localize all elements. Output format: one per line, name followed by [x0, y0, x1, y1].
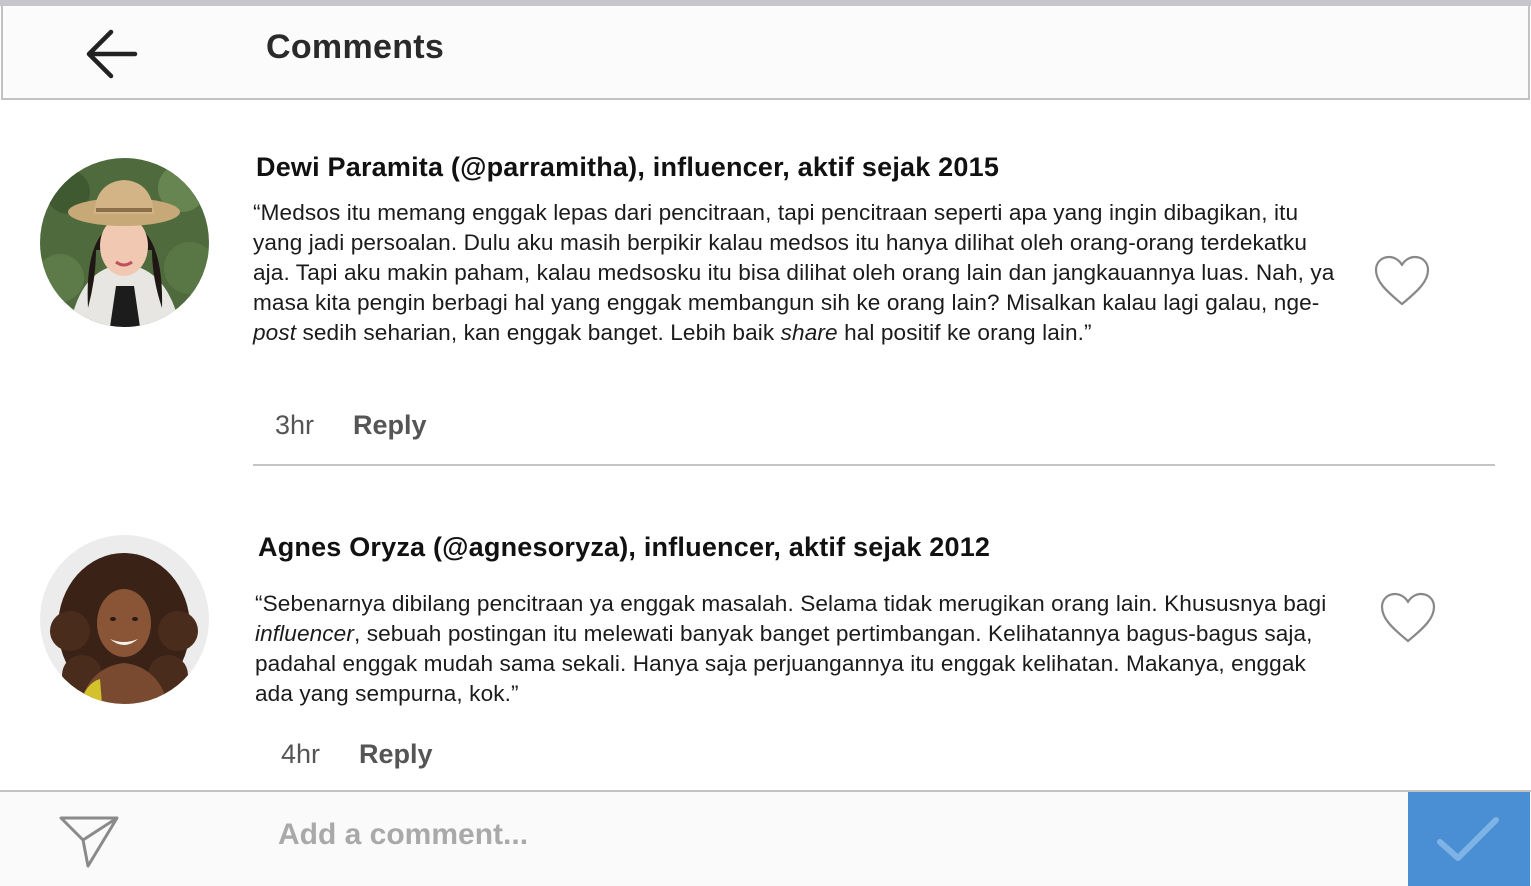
post-comment-button[interactable]	[1408, 792, 1530, 886]
comment-input[interactable]	[270, 808, 1390, 862]
emphasized-text: influencer	[255, 621, 354, 646]
arrow-left-icon	[86, 29, 138, 79]
comment-time: 3hr	[275, 410, 315, 440]
header-bar: Comments	[1, 6, 1530, 100]
avatar[interactable]	[40, 535, 209, 704]
avatar-photo	[40, 535, 209, 704]
text-fragment: sedih seharian, kan enggak banget. Lebih…	[296, 320, 781, 345]
like-button[interactable]	[1373, 254, 1431, 308]
avatar-photo	[40, 158, 209, 327]
comment-author[interactable]: Agnes Oryza (@agnesoryza), influencer, a…	[258, 532, 990, 563]
send-button[interactable]	[58, 814, 120, 870]
comment-author[interactable]: Dewi Paramita (@parramitha), influencer,…	[256, 152, 999, 183]
comment-divider	[253, 464, 1495, 466]
heart-outline-icon	[1374, 255, 1430, 306]
comment-text: “Medsos itu memang enggak lepas dari pen…	[253, 198, 1343, 348]
comment-text: “Sebenarnya dibilang pencitraan ya engga…	[255, 589, 1345, 709]
avatar[interactable]	[40, 158, 209, 327]
text-fragment: “Sebenarnya dibilang pencitraan ya engga…	[255, 591, 1327, 616]
checkmark-icon	[1437, 817, 1499, 861]
heart-outline-icon	[1380, 592, 1436, 643]
text-fragment: hal positif ke orang lain.”	[837, 320, 1092, 345]
comment-composer	[0, 790, 1531, 886]
text-fragment: , sebuah postingan itu melewati banyak b…	[255, 621, 1313, 706]
emphasized-text: share	[780, 320, 838, 345]
back-button[interactable]	[79, 24, 143, 84]
emphasized-text: post	[253, 320, 297, 345]
comment-time: 4hr	[281, 739, 321, 769]
reply-button[interactable]: Reply	[353, 410, 427, 441]
text-fragment: “Medsos itu memang enggak lepas dari pen…	[253, 200, 1335, 315]
page-title: Comments	[266, 28, 445, 66]
like-button[interactable]	[1379, 591, 1437, 645]
reply-button[interactable]: Reply	[359, 739, 433, 770]
paper-plane-icon	[59, 816, 119, 868]
